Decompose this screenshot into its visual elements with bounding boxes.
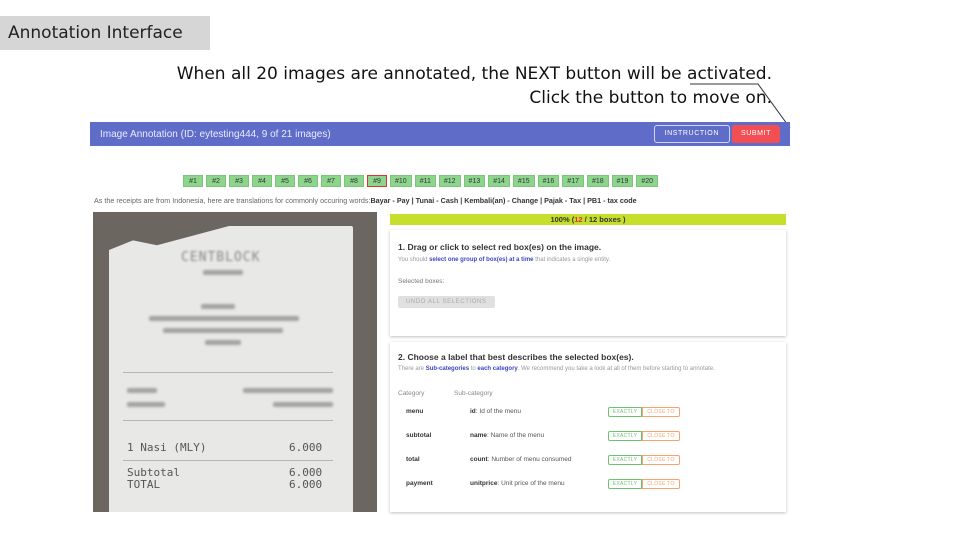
label-row: total count: Number of menu consumed EXACT… — [390, 452, 786, 468]
label-row: payment unitprice: Unit price of the menu… — [390, 476, 786, 492]
image-tab[interactable]: #20 — [636, 175, 659, 187]
progress-done-count: 12 — [574, 215, 583, 224]
receipt-blurred-text — [201, 304, 235, 309]
subcategory-key: name — [470, 432, 487, 439]
receipt-blurred-text — [205, 340, 241, 345]
step2-help-post: . We recommend you take a look at all of… — [517, 366, 715, 372]
receipt-blurred-text — [149, 316, 299, 321]
receipt-logo: CENTBLOCK — [181, 250, 261, 265]
close-to-button[interactable]: CLOSE TO — [642, 431, 680, 441]
subcategory-desc: : Name of the menu — [486, 432, 545, 439]
subcategory-label: unitprice: Unit price of the menu — [470, 480, 565, 487]
column-subcategory: Sub-category — [454, 390, 493, 397]
image-tab[interactable]: #18 — [586, 175, 609, 187]
image-tab[interactable]: #19 — [611, 175, 634, 187]
translation-intro: As the receipts are from Indonesia, here… — [94, 196, 371, 205]
progress-bar: 100% (12 / 12 boxes ) — [390, 214, 786, 225]
select-boxes-card: 1. Drag or click to select red box(es) o… — [390, 230, 786, 336]
progress-percent: 100% — [550, 215, 570, 224]
image-tab[interactable]: #2 — [206, 175, 226, 187]
image-tab[interactable]: #1 — [183, 175, 203, 187]
step1-help-bold: select one group of box(es) at a time — [429, 257, 534, 263]
receipt-item-line: 1 Nasi (MLY) — [127, 441, 207, 454]
step1-help: You should select one group of box(es) a… — [398, 257, 610, 263]
image-tab[interactable]: #5 — [275, 175, 295, 187]
translation-note: As the receipts are from Indonesia, here… — [94, 196, 637, 205]
close-to-button[interactable]: CLOSE TO — [642, 455, 680, 465]
receipt-blurred-text — [273, 402, 333, 407]
submit-button[interactable]: SUBMIT — [731, 125, 780, 143]
image-tab-bar: #1 #2 #3 #4 #5 #6 #7 #8 #9 #10 #11 #12 #13 #14 #15 #16 #… — [183, 175, 659, 187]
image-tab[interactable]: #4 — [252, 175, 272, 187]
instruction-button[interactable]: INSTRUCTION — [653, 125, 730, 143]
subcategory-label: name: Name of the menu — [470, 432, 544, 439]
image-tab[interactable]: #13 — [463, 175, 486, 187]
caption-line-1: When all 20 images are annotated, the NE… — [176, 64, 772, 84]
close-to-button[interactable]: CLOSE TO — [642, 479, 680, 489]
step1-heading: 1. Drag or click to select red box(es) o… — [398, 242, 602, 252]
exactly-button[interactable]: EXACTLY — [608, 479, 642, 489]
receipt-image[interactable]: CENTBLOCK 1 Nasi (MLY) 6.000 Subtotal 6.… — [93, 212, 377, 512]
receipt-total-label: TOTAL — [127, 478, 161, 491]
subcategory-desc: : Number of menu consumed — [487, 456, 572, 463]
step1-help-pre: You should — [398, 257, 428, 263]
image-tab[interactable]: #15 — [512, 175, 535, 187]
exactly-button[interactable]: EXACTLY — [608, 431, 642, 441]
step2-heading: 2. Choose a label that best describes th… — [398, 352, 634, 362]
label-row: subtotal name: Name of the menu EXACTLY CLO… — [390, 428, 786, 444]
column-category: Category — [398, 390, 425, 397]
image-tab[interactable]: #10 — [390, 175, 412, 187]
selected-boxes-label: Selected boxes: — [398, 278, 445, 285]
image-tab[interactable]: #14 — [488, 175, 510, 187]
step2-help-mid: to — [470, 366, 476, 372]
subcategory-desc: : Id of the menu — [475, 408, 521, 415]
category-label: menu — [406, 408, 424, 415]
exactly-button[interactable]: EXACTLY — [608, 407, 642, 417]
receipt-blurred-text — [127, 388, 157, 393]
undo-all-selections-button[interactable]: UNDO ALL SELECTIONS — [398, 296, 495, 308]
image-tab[interactable]: #17 — [562, 175, 584, 187]
receipt-separator — [123, 420, 333, 421]
slide-title: Annotation Interface — [0, 16, 210, 50]
close-to-button[interactable]: CLOSE TO — [642, 407, 680, 417]
subcategory-label: count: Number of menu consumed — [470, 456, 572, 463]
step2-help: There are Sub-categories to each categor… — [398, 366, 715, 372]
receipt-blurred-text — [127, 402, 165, 407]
category-label: payment — [406, 480, 433, 487]
subcategory-desc: : Unit price of the menu — [497, 480, 565, 487]
image-tab[interactable]: #6 — [298, 175, 318, 187]
exactly-button[interactable]: EXACTLY — [608, 455, 642, 465]
slide-caption: When all 20 images are annotated, the NE… — [52, 62, 772, 110]
image-tab[interactable]: #12 — [438, 175, 461, 187]
label-row: menu id: Id of the menu EXACTLY CLOSE TO — [390, 404, 786, 420]
image-tab[interactable]: #3 — [229, 175, 249, 187]
caption-line-2: Click the button to move on. — [529, 88, 772, 108]
image-tab[interactable]: #7 — [321, 175, 341, 187]
receipt-item-amount: 6.000 — [289, 441, 323, 454]
receipt-total-amount: 6.000 — [289, 478, 323, 491]
step2-help-pre: There are — [398, 366, 425, 372]
receipt-separator — [123, 460, 333, 461]
subcategory-key: count — [470, 456, 488, 463]
step1-help-post: that indicates a single entity. — [535, 257, 611, 263]
receipt-blurred-text — [243, 388, 333, 393]
subcategory-label: id: Id of the menu — [470, 408, 521, 415]
step2-help-subcategories: Sub-categories — [425, 366, 470, 372]
receipt-blurred-text — [203, 270, 243, 275]
step2-help-each-category: each category — [477, 366, 518, 372]
progress-total: / 12 boxes ) — [584, 215, 626, 224]
receipt-separator — [123, 372, 333, 373]
label-choice-card: 2. Choose a label that best describes th… — [390, 342, 786, 512]
image-tab[interactable]: #16 — [537, 175, 560, 187]
subcategory-key: unitprice — [470, 480, 498, 487]
translation-terms: Bayar - Pay | Tunai - Cash | Kembali(an)… — [370, 196, 637, 205]
app-header: Image Annotation (ID: eytesting444, 9 of… — [90, 122, 790, 146]
image-tab[interactable]: #11 — [414, 175, 436, 187]
category-label: total — [406, 456, 420, 463]
image-tab[interactable]: #8 — [344, 175, 364, 187]
category-label: subtotal — [406, 432, 432, 439]
image-tab[interactable]: #9 — [367, 175, 387, 187]
receipt-blurred-text — [163, 328, 283, 333]
app-title: Image Annotation (ID: eytesting444, 9 of… — [100, 128, 331, 140]
